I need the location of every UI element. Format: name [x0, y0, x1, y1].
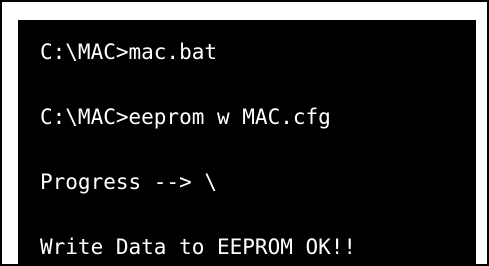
console-window[interactable]: C:\MAC>mac.bat C:\MAC>eeprom w MAC.cfg P… — [18, 20, 476, 264]
console-line-command-mac-bat: C:\MAC>mac.bat — [40, 40, 218, 64]
console-line-write-ok: Write Data to EEPROM OK!! — [40, 235, 357, 259]
screenshot-frame: C:\MAC>mac.bat C:\MAC>eeprom w MAC.cfg P… — [0, 0, 489, 266]
console-line-progress: Progress --> \ — [40, 170, 218, 194]
console-line-command-eeprom: C:\MAC>eeprom w MAC.cfg — [40, 105, 331, 129]
